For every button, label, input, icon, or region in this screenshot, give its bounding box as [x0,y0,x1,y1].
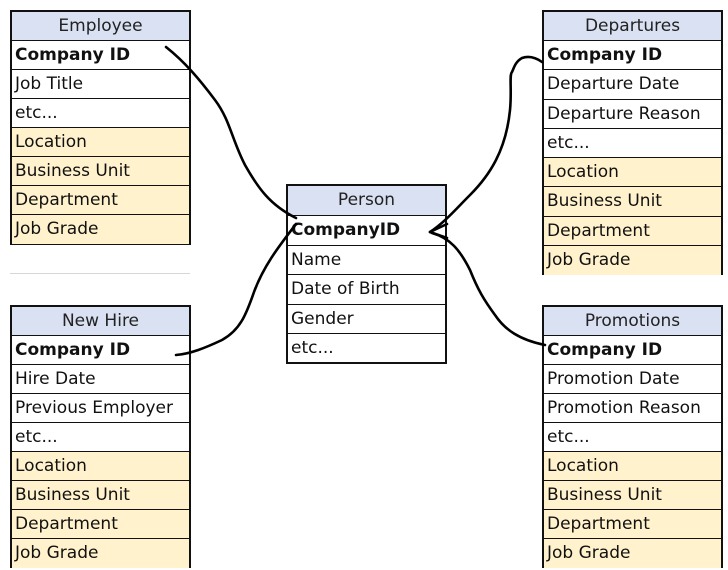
table-departures: Departures Company ID Departure Date Depar… [542,10,723,276]
table-title: New Hire [12,307,189,336]
shared-field: Location [544,158,721,188]
field: Date of Birth [288,275,445,305]
field: Job Title [12,70,189,99]
table-person: Person CompanyID Name Date of Birth Gender e… [286,184,447,364]
field: Departure Reason [544,100,721,129]
shared-field: Business Unit [544,187,721,217]
shared-field: Department [12,186,189,215]
field: Hire Date [12,365,189,394]
shared-field: Department [544,510,721,539]
field: Gender [288,305,445,335]
table-employee: Employee Company ID Job Title etc... Locati… [10,10,191,245]
key-field: Company ID [12,41,189,70]
field: Previous Employer [12,394,189,423]
table-new-hire: New Hire Company ID Hire Date Previous Emp… [10,305,191,568]
shared-field: Business Unit [12,157,189,186]
shared-field: Job Grade [12,215,189,244]
shared-field: Job Grade [544,246,721,276]
shared-field: Business Unit [12,481,189,510]
field: Promotion Date [544,365,721,394]
shared-field: Location [544,452,721,481]
shared-field: Location [12,452,189,481]
table-title: Employee [12,12,189,41]
field: etc... [544,423,721,452]
table-title: Promotions [544,307,721,336]
table-title: Person [288,186,445,216]
connector-promotions-person [430,231,547,347]
field: etc... [544,129,721,159]
shared-field: Department [12,510,189,539]
connector-newhire-person [174,222,298,357]
field: Promotion Reason [544,394,721,423]
field: etc... [12,423,189,452]
key-field: Company ID [544,41,721,71]
shared-field: Location [12,128,189,157]
key-field: Company ID [544,336,721,365]
table-title: Departures [544,12,721,41]
field: Name [288,246,445,276]
field: Departure Date [544,70,721,100]
table-promotions: Promotions Company ID Promotion Date Promo… [542,305,723,568]
shared-field: Business Unit [544,481,721,510]
key-field: CompanyID [288,216,445,246]
shared-field: Department [544,216,721,247]
separator-line [10,273,190,274]
shared-field: Job Grade [544,539,721,568]
field: etc... [12,99,189,128]
field: etc... [291,338,334,359]
shared-field: Job Grade [12,539,189,568]
key-field: Company ID [12,336,189,365]
